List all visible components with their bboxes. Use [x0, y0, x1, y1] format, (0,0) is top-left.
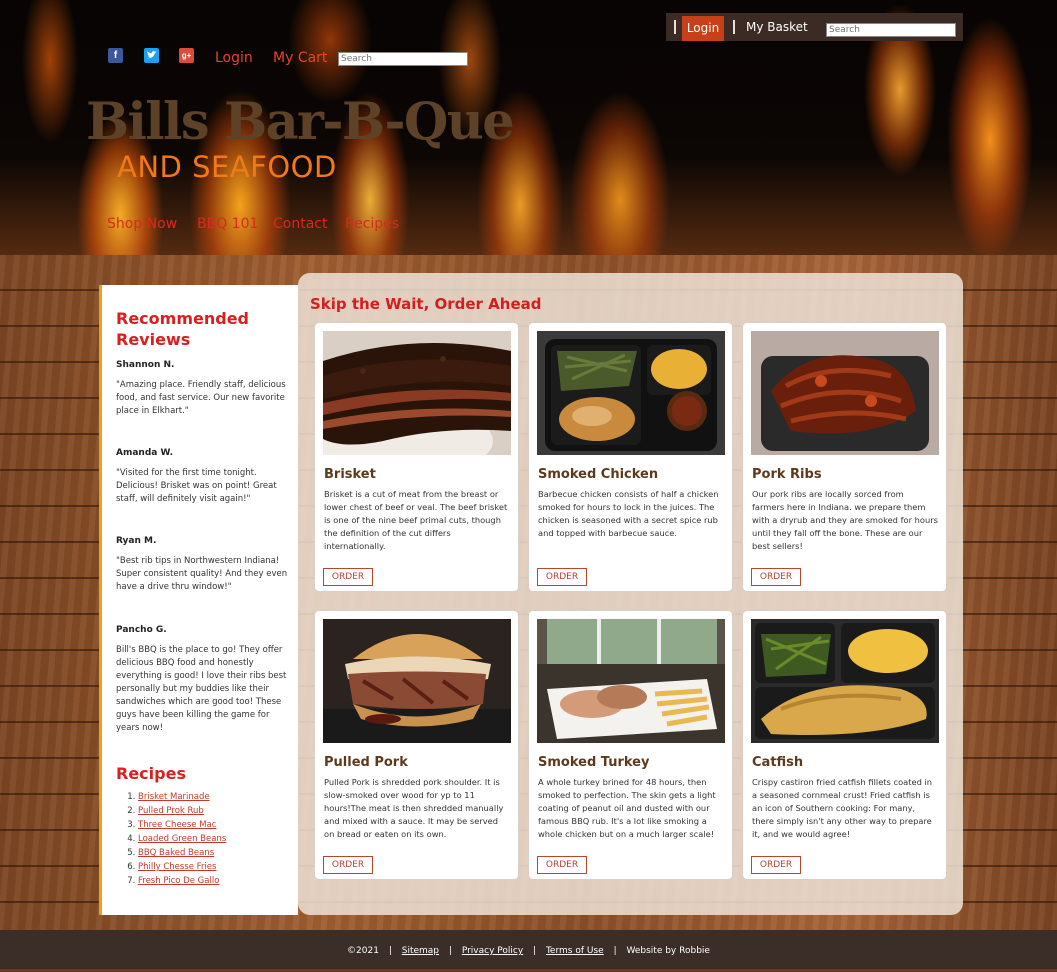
nav-recipes[interactable]: Recipes: [345, 216, 399, 232]
google-plus-icon[interactable]: g+: [179, 48, 194, 63]
footer-terms-link[interactable]: Terms of Use: [546, 946, 604, 956]
recipe-item: Philly Chesse Fries: [138, 860, 226, 874]
footer-privacy-link[interactable]: Privacy Policy: [462, 946, 523, 956]
menu-card: Smoked Turkey A whole turkey brined for …: [528, 610, 733, 880]
menu-item-description: Barbecue chicken consists of half a chic…: [538, 489, 719, 538]
menu-item-name: Pulled Pork: [324, 755, 408, 770]
facebook-icon[interactable]: f: [108, 48, 123, 63]
recipes-list: Brisket Marinade Pulled Prok Rub Three C…: [116, 790, 226, 888]
recipe-link[interactable]: BBQ Baked Beans: [138, 848, 214, 858]
brand-tagline: AND SEAFOOD: [117, 150, 337, 184]
sidebar: Recommended Reviews Shannon N. "Amazing …: [99, 285, 298, 915]
menu-title: Skip the Wait, Order Ahead: [310, 295, 542, 313]
nav-contact[interactable]: Contact: [273, 216, 327, 232]
review-text: "Best rib tips in Northwestern Indiana! …: [116, 556, 288, 592]
order-button[interactable]: ORDER: [323, 856, 373, 874]
footer: ©2021 | Sitemap | Privacy Policy | Terms…: [0, 930, 1057, 969]
menu-item-name: Pork Ribs: [752, 467, 822, 482]
footer-separator: |: [533, 946, 537, 956]
twitter-icon[interactable]: [144, 48, 159, 63]
order-button[interactable]: ORDER: [537, 568, 587, 586]
reviews-heading-line2: Reviews: [116, 330, 191, 349]
recipe-item: Three Cheese Mac: [138, 818, 226, 832]
pulled-pork-photo: [323, 619, 511, 743]
recipe-item: BBQ Baked Beans: [138, 846, 226, 860]
nav-bbq-101[interactable]: BBQ 101: [197, 216, 258, 232]
menu-card: Smoked Chicken Barbecue chicken consists…: [528, 322, 733, 592]
menu-item-description: A whole turkey brined for 48 hours, then…: [538, 777, 716, 839]
recipe-link[interactable]: Pulled Prok Rub: [138, 806, 204, 816]
review-author: Amanda W.: [116, 448, 174, 458]
menu-item-name: Catfish: [752, 755, 804, 770]
menu-item-description: Crispy castiron fried catfish fillets co…: [752, 777, 933, 839]
topbar-login-button[interactable]: Login: [682, 16, 724, 41]
footer-separator: |: [448, 946, 452, 956]
review-author: Pancho G.: [116, 625, 167, 635]
recipe-link[interactable]: Fresh Pico De Gallo: [138, 876, 219, 886]
header-login-link[interactable]: Login: [215, 50, 253, 66]
menu-card: Catfish Crispy castiron fried catfish fi…: [742, 610, 947, 880]
pork-ribs-photo: [751, 331, 939, 455]
top-utility-bar: Login My Basket: [666, 13, 963, 41]
reviews-heading: Recommended Reviews: [116, 308, 249, 350]
recipe-item: Fresh Pico De Gallo: [138, 874, 226, 888]
order-button[interactable]: ORDER: [537, 856, 587, 874]
footer-separator: |: [388, 946, 392, 956]
review-text: Bill's BBQ is the place to go! They offe…: [116, 645, 287, 733]
recipe-item: Pulled Prok Rub: [138, 804, 226, 818]
menu-item-description: Brisket is a cut of meat from the breast…: [324, 489, 508, 551]
footer-copyright: ©2021: [347, 946, 379, 956]
menu-item-description: Our pork ribs are locally sorced from fa…: [752, 489, 938, 551]
separator: [674, 20, 676, 34]
recipe-link[interactable]: Philly Chesse Fries: [138, 862, 216, 872]
menu-card: Brisket Brisket is a cut of meat from th…: [314, 322, 519, 592]
footer-separator: |: [613, 946, 617, 956]
menu-item-name: Brisket: [324, 467, 376, 482]
menu-item-description: Pulled Pork is shredded pork shoulder. I…: [324, 777, 504, 839]
my-cart-link[interactable]: My Cart: [273, 50, 327, 66]
menu-panel: Skip the Wait, Order Ahead Brisket Brisk…: [298, 273, 963, 915]
separator: [733, 20, 735, 34]
review-text: "Amazing place. Friendly staff, deliciou…: [116, 380, 286, 416]
menu-card: Pork Ribs Our pork ribs are locally sorc…: [742, 322, 947, 592]
brand-logo-text[interactable]: Bills Bar-B-Que: [86, 92, 515, 152]
recipe-item: Brisket Marinade: [138, 790, 226, 804]
review-author: Ryan M.: [116, 536, 157, 546]
order-button[interactable]: ORDER: [751, 856, 801, 874]
recipe-link[interactable]: Loaded Green Beans: [138, 834, 226, 844]
review-author: Shannon N.: [116, 360, 175, 370]
menu-item-name: Smoked Chicken: [538, 467, 659, 482]
nav-shop-now[interactable]: Shop Now: [107, 216, 177, 232]
order-button[interactable]: ORDER: [751, 568, 801, 586]
review-text: "Visited for the first time tonight. Del…: [116, 468, 277, 504]
menu-item-name: Smoked Turkey: [538, 755, 650, 770]
topbar-search-input[interactable]: [826, 23, 956, 37]
header-search-input[interactable]: [338, 52, 468, 66]
order-button[interactable]: ORDER: [323, 568, 373, 586]
brisket-photo: [323, 331, 511, 455]
recipes-heading: Recipes: [116, 764, 186, 783]
my-basket-link[interactable]: My Basket: [746, 16, 808, 38]
smoked-chicken-photo: [537, 331, 725, 455]
recipe-link[interactable]: Brisket Marinade: [138, 792, 210, 802]
catfish-photo: [751, 619, 939, 743]
reviews-heading-line1: Recommended: [116, 309, 249, 328]
footer-sitemap-link[interactable]: Sitemap: [402, 946, 439, 956]
menu-card: Pulled Pork Pulled Pork is shredded pork…: [314, 610, 519, 880]
footer-credit: Website by Robbie: [626, 946, 710, 956]
smoked-turkey-photo: [537, 619, 725, 743]
recipe-item: Loaded Green Beans: [138, 832, 226, 846]
recipe-link[interactable]: Three Cheese Mac: [138, 820, 216, 830]
